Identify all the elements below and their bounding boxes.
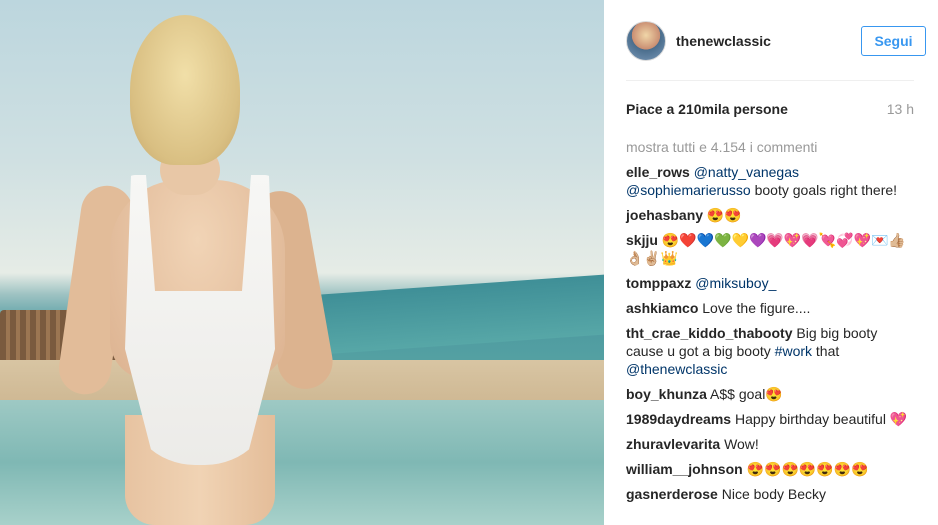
comment-username[interactable]: joehasbany	[626, 207, 703, 223]
post-photo[interactable]	[0, 0, 604, 525]
comment-item: joehasbany 😍😍	[626, 206, 918, 224]
comment-text: Wow!	[724, 436, 759, 452]
comment-mention-link[interactable]: #work	[775, 343, 812, 359]
comment-mention-link[interactable]: @sophiemarierusso	[626, 182, 751, 198]
comment-item: tomppaxz @miksuboy_	[626, 274, 918, 292]
comment-item: zhuravlevarita Wow!	[626, 435, 918, 453]
woman-figure	[55, 15, 337, 525]
post-time[interactable]: 13 h	[887, 101, 914, 117]
likes-row: Piace a 210mila persone 13 h	[626, 101, 914, 117]
comment-item: 1989daydreams Happy birthday beautiful 💖	[626, 410, 918, 428]
comment-text: 😍😍😍😍😍😍😍	[746, 461, 869, 477]
comment-username[interactable]: elle_rows	[626, 164, 690, 180]
comment-text: Happy birthday beautiful 💖	[734, 411, 908, 427]
comment-username[interactable]: tht_crae_kiddo_thabooty	[626, 325, 792, 341]
post-sidebar: thenewclassic Segui Piace a 210mila pers…	[604, 0, 938, 525]
comment-item: gasnerderose Nice body Becky	[626, 485, 918, 503]
comment-username[interactable]: ashkiamco	[626, 300, 698, 316]
comment-username[interactable]: zhuravlevarita	[626, 436, 720, 452]
avatar[interactable]	[626, 21, 666, 61]
comment-item: elle_rows @natty_vanegas @sophiemarierus…	[626, 163, 918, 199]
hair-bun	[130, 15, 240, 165]
show-all-comments-link[interactable]: mostra tutti e 4.154 i commenti	[626, 139, 817, 155]
divider	[626, 80, 914, 81]
comment-item: william__johnson 😍😍😍😍😍😍😍	[626, 460, 918, 478]
comment-item: skjju 😍❤️💙💚💛💜💗💖💗💘💞💖💌👍🏼👌🏼✌🏼👑	[626, 231, 918, 267]
comment-item: tht_crae_kiddo_thabooty Big big booty ca…	[626, 324, 918, 378]
comment-username[interactable]: skjju	[626, 232, 658, 248]
comment-item: ashkiamco Love the figure....	[626, 299, 918, 317]
comment-text: A$$ goal😍	[710, 386, 783, 402]
follow-button[interactable]: Segui	[861, 26, 926, 56]
comment-username[interactable]: 1989daydreams	[626, 411, 731, 427]
comment-item: boy_khunza A$$ goal😍	[626, 385, 918, 403]
comment-text: Love the figure....	[702, 300, 811, 316]
comment-text: that	[812, 343, 840, 359]
comment-username[interactable]: william__johnson	[626, 461, 743, 477]
likes-count[interactable]: Piace a 210mila persone	[626, 101, 788, 117]
comment-text: 😍❤️💙💚💛💜💗💖💗💘💞💖💌👍🏼👌🏼✌🏼👑	[626, 232, 906, 266]
comment-mention-link[interactable]: @thenewclassic	[626, 361, 727, 377]
comment-mention-link[interactable]: @miksuboy_	[695, 275, 776, 291]
comment-text: 😍😍	[706, 207, 742, 223]
comment-text: booty goals right there!	[750, 182, 898, 198]
post-username[interactable]: thenewclassic	[676, 33, 861, 49]
comments-list: elle_rows @natty_vanegas @sophiemarierus…	[626, 163, 918, 510]
comment-username[interactable]: boy_khunza	[626, 386, 707, 402]
comment-mention-link[interactable]: @natty_vanegas	[694, 164, 799, 180]
comment-text: Nice body Becky	[721, 486, 826, 502]
comment-username[interactable]: tomppaxz	[626, 275, 691, 291]
post-header: thenewclassic Segui	[626, 20, 926, 62]
comment-username[interactable]: gasnerderose	[626, 486, 718, 502]
